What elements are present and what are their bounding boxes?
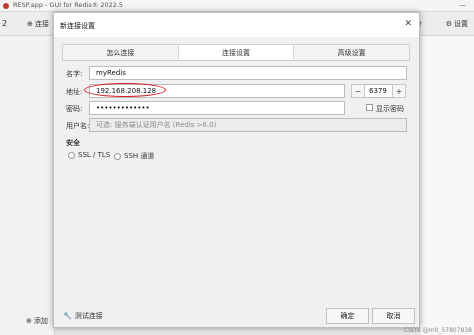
add-button-label: 添加: [33, 317, 48, 325]
password-label: 密码:: [66, 105, 83, 113]
test-connection-label: 测试连接: [74, 312, 103, 320]
toolbar-number: 2: [2, 19, 8, 28]
port-input[interactable]: 6379: [365, 84, 393, 98]
settings-button[interactable]: ⚙ 设置: [446, 17, 468, 31]
security-heading: 安全: [66, 139, 80, 147]
app-sidebar: [0, 36, 55, 335]
new-connection-dialog: 新连接设置 ✕ 怎么连接 连接设置 高级设置: [53, 12, 420, 328]
add-icon: ⊕: [26, 317, 32, 325]
tab-how-to-connect[interactable]: 怎么连接: [63, 45, 179, 60]
app-titlebar: RESP.app - GUI for Redis® 2022.5 —: [0, 0, 474, 12]
cancel-button[interactable]: 取消: [372, 308, 415, 324]
ok-button[interactable]: 确定: [326, 308, 369, 324]
radio-icon: [68, 151, 75, 159]
close-icon[interactable]: ✕: [404, 19, 412, 29]
username-input[interactable]: 可选: 服务端认证用户名 (Redis >6.0): [89, 118, 407, 132]
gear-icon: ⚙: [445, 20, 452, 28]
port-increment-button[interactable]: +: [392, 84, 406, 98]
tab-bar: 怎么连接 连接设置 高级设置: [62, 44, 410, 61]
ssh-tunnel-label: SSH 通道: [124, 152, 155, 160]
dialog-titlebar: 新连接设置 ✕: [54, 13, 419, 37]
radio-icon: [114, 152, 121, 160]
name-input[interactable]: myRedis: [89, 66, 407, 80]
show-password-checkbox[interactable]: [366, 104, 373, 111]
wrench-icon: 🔧: [63, 312, 72, 320]
app-title: RESP.app - GUI for Redis® 2022.5: [13, 1, 124, 9]
app-logo-icon: [3, 3, 9, 9]
connect-icon: ⊕: [27, 20, 33, 28]
tab-advanced-settings[interactable]: 高级设置: [294, 45, 410, 60]
address-input[interactable]: 192.168.208.128: [89, 84, 345, 98]
show-password-label: 显示密码: [376, 105, 404, 113]
app-main-area: [420, 36, 474, 335]
minimize-button[interactable]: —: [459, 1, 466, 9]
test-connection-button[interactable]: 🔧 测试连接: [63, 309, 103, 323]
dialog-title: 新连接设置: [60, 22, 95, 30]
tab-connection-settings[interactable]: 连接设置: [178, 45, 295, 60]
watermark: CSDN @m0_57807838: [403, 327, 472, 334]
connect-button[interactable]: ⊕ 连接: [27, 17, 49, 31]
username-label: 用户名:: [66, 122, 90, 130]
add-connection-button[interactable]: ⊕ 添加: [26, 316, 48, 326]
connect-button-label: 连接: [34, 20, 49, 28]
address-label: 地址:: [66, 88, 83, 96]
ssl-tls-label: SSL / TLS: [78, 151, 111, 159]
ssl-tls-radio[interactable]: SSL / TLS: [68, 151, 110, 159]
password-input[interactable]: •••••••••••••: [89, 101, 345, 115]
settings-button-label: 设置: [454, 20, 468, 28]
name-label: 名字:: [66, 70, 83, 78]
port-decrement-button[interactable]: −: [351, 84, 365, 98]
ssh-tunnel-radio[interactable]: SSH 通道: [114, 151, 154, 161]
